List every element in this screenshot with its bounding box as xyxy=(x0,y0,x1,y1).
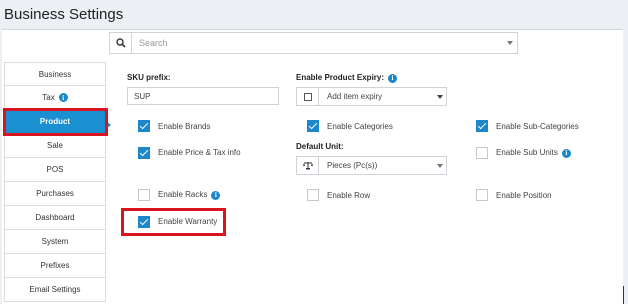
enable-sub-categories-checkbox[interactable] xyxy=(476,120,488,132)
enable-brands-label: Enable Brands xyxy=(158,122,211,131)
default-unit-label: Default Unit: xyxy=(296,142,344,151)
chevron-down-icon xyxy=(503,33,517,53)
info-icon[interactable]: i xyxy=(211,190,221,200)
scale-icon xyxy=(297,157,319,174)
nav-item-pos[interactable]: POS xyxy=(4,158,106,182)
nav-item-email-settings[interactable]: Email Settings xyxy=(4,278,106,302)
chevron-down-icon xyxy=(434,94,446,99)
chevron-down-icon xyxy=(434,163,446,168)
default-unit-select[interactable]: Pieces (Pc(s)) xyxy=(319,161,434,170)
enable-row-label: Enable Row xyxy=(327,191,371,200)
settings-nav: Business Tax i Product Sale POS Purchases… xyxy=(4,62,106,302)
enable-racks-label: Enable Racks i xyxy=(158,190,221,200)
search-input[interactable]: Search xyxy=(132,33,503,53)
expiry-checkbox[interactable] xyxy=(303,92,312,101)
expiry-group: Add item expiry xyxy=(296,87,447,106)
nav-item-purchases[interactable]: Purchases xyxy=(4,182,106,206)
nav-item-tax[interactable]: Tax i xyxy=(4,86,106,110)
info-icon[interactable]: i xyxy=(561,148,571,158)
enable-racks-checkbox[interactable] xyxy=(138,189,150,201)
expiry-label: Enable Product Expiry: i xyxy=(296,73,398,83)
nav-item-sale[interactable]: Sale xyxy=(4,134,106,158)
enable-position-label: Enable Position xyxy=(496,191,552,200)
search-icon xyxy=(110,33,132,53)
expiry-toggle-wrap xyxy=(297,88,319,105)
default-unit-group: Pieces (Pc(s)) xyxy=(296,156,447,175)
divider xyxy=(623,286,624,304)
nav-item-business[interactable]: Business xyxy=(4,62,106,86)
info-icon[interactable]: i xyxy=(388,73,398,83)
enable-categories-label: Enable Categories xyxy=(327,122,393,131)
enable-sub-units-label: Enable Sub Units i xyxy=(496,148,571,158)
enable-categories-checkbox[interactable] xyxy=(307,120,319,132)
sku-prefix-label: SKU prefix: xyxy=(127,73,171,82)
enable-brands-checkbox[interactable] xyxy=(138,120,150,132)
nav-item-system[interactable]: System xyxy=(4,230,106,254)
nav-item-prefixes[interactable]: Prefixes xyxy=(4,254,106,278)
expiry-select[interactable]: Add item expiry xyxy=(319,92,434,101)
nav-item-dashboard[interactable]: Dashboard xyxy=(4,206,106,230)
highlight-box-warranty xyxy=(121,208,226,236)
highlight-box-product xyxy=(3,108,108,136)
enable-sub-units-checkbox[interactable] xyxy=(476,147,488,159)
enable-row-checkbox[interactable] xyxy=(307,189,319,201)
enable-price-tax-checkbox[interactable] xyxy=(138,147,150,159)
search-box[interactable]: Search xyxy=(109,32,518,54)
enable-price-tax-label: Enable Price & Tax info xyxy=(158,148,241,157)
enable-sub-categories-label: Enable Sub-Categories xyxy=(496,122,579,131)
info-icon[interactable]: i xyxy=(58,93,68,102)
enable-position-checkbox[interactable] xyxy=(476,189,488,201)
page-title: Business Settings xyxy=(4,6,124,23)
sku-prefix-input[interactable]: SUP xyxy=(127,87,279,105)
